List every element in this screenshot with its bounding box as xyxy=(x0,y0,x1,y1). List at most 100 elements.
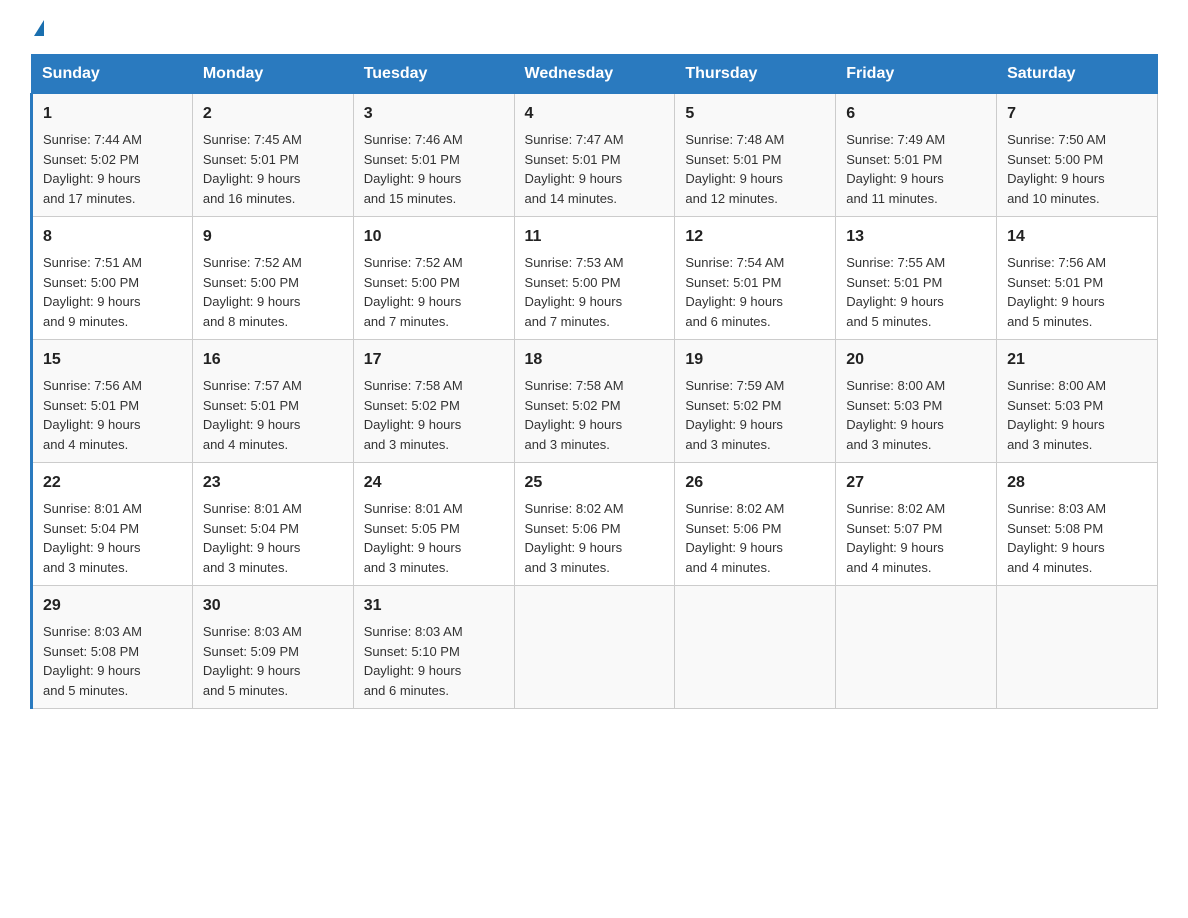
calendar-week-row: 22Sunrise: 8:01 AMSunset: 5:04 PMDayligh… xyxy=(32,463,1158,586)
day-info-line: Sunrise: 7:44 AM xyxy=(43,130,182,150)
day-number: 11 xyxy=(525,225,665,249)
day-number: 6 xyxy=(846,102,986,126)
day-info-line: Sunrise: 7:47 AM xyxy=(525,130,665,150)
day-number: 10 xyxy=(364,225,504,249)
day-info-line: Daylight: 9 hours xyxy=(1007,169,1147,189)
calendar-cell xyxy=(514,586,675,709)
calendar-cell: 8Sunrise: 7:51 AMSunset: 5:00 PMDaylight… xyxy=(32,217,193,340)
calendar-cell: 23Sunrise: 8:01 AMSunset: 5:04 PMDayligh… xyxy=(192,463,353,586)
day-info-line: Daylight: 9 hours xyxy=(203,538,343,558)
calendar-cell xyxy=(836,586,997,709)
day-info-line: Sunrise: 8:03 AM xyxy=(203,622,343,642)
day-info-line: Daylight: 9 hours xyxy=(364,661,504,681)
day-info-line: and 16 minutes. xyxy=(203,189,343,209)
day-info-line: Sunrise: 8:00 AM xyxy=(846,376,986,396)
calendar-cell: 29Sunrise: 8:03 AMSunset: 5:08 PMDayligh… xyxy=(32,586,193,709)
day-info-line: Sunset: 5:03 PM xyxy=(846,396,986,416)
day-info-line: Sunset: 5:01 PM xyxy=(364,150,504,170)
calendar-cell: 13Sunrise: 7:55 AMSunset: 5:01 PMDayligh… xyxy=(836,217,997,340)
calendar-cell: 31Sunrise: 8:03 AMSunset: 5:10 PMDayligh… xyxy=(353,586,514,709)
day-info-line: Daylight: 9 hours xyxy=(203,169,343,189)
day-number: 29 xyxy=(43,594,182,618)
day-info-line: Sunrise: 7:52 AM xyxy=(364,253,504,273)
day-info-line: and 5 minutes. xyxy=(203,681,343,701)
day-number: 27 xyxy=(846,471,986,495)
day-number: 5 xyxy=(685,102,825,126)
day-info-line: Daylight: 9 hours xyxy=(364,415,504,435)
calendar-cell: 1Sunrise: 7:44 AMSunset: 5:02 PMDaylight… xyxy=(32,94,193,217)
day-number: 15 xyxy=(43,348,182,372)
calendar-cell xyxy=(675,586,836,709)
calendar-week-row: 15Sunrise: 7:56 AMSunset: 5:01 PMDayligh… xyxy=(32,340,1158,463)
day-info-line: Daylight: 9 hours xyxy=(1007,415,1147,435)
day-info-line: Sunset: 5:01 PM xyxy=(525,150,665,170)
day-info-line: and 6 minutes. xyxy=(685,312,825,332)
day-info-line: Daylight: 9 hours xyxy=(203,415,343,435)
day-info-line: Sunrise: 8:02 AM xyxy=(525,499,665,519)
day-number: 26 xyxy=(685,471,825,495)
column-header-monday: Monday xyxy=(192,55,353,94)
day-info-line: and 3 minutes. xyxy=(364,435,504,455)
day-info-line: Sunrise: 8:01 AM xyxy=(364,499,504,519)
column-header-thursday: Thursday xyxy=(675,55,836,94)
calendar-cell: 3Sunrise: 7:46 AMSunset: 5:01 PMDaylight… xyxy=(353,94,514,217)
day-info-line: Sunset: 5:04 PM xyxy=(43,519,182,539)
day-number: 2 xyxy=(203,102,343,126)
page-header xyxy=(30,20,1158,36)
day-info-line: and 17 minutes. xyxy=(43,189,182,209)
day-number: 18 xyxy=(525,348,665,372)
day-number: 12 xyxy=(685,225,825,249)
calendar-cell: 25Sunrise: 8:02 AMSunset: 5:06 PMDayligh… xyxy=(514,463,675,586)
day-info-line: Daylight: 9 hours xyxy=(525,415,665,435)
day-info-line: Sunrise: 7:57 AM xyxy=(203,376,343,396)
calendar-cell: 27Sunrise: 8:02 AMSunset: 5:07 PMDayligh… xyxy=(836,463,997,586)
calendar-cell: 15Sunrise: 7:56 AMSunset: 5:01 PMDayligh… xyxy=(32,340,193,463)
day-info-line: and 3 minutes. xyxy=(1007,435,1147,455)
day-number: 21 xyxy=(1007,348,1147,372)
day-info-line: Sunrise: 8:01 AM xyxy=(43,499,182,519)
day-info-line: Sunset: 5:01 PM xyxy=(1007,273,1147,293)
day-info-line: and 3 minutes. xyxy=(203,558,343,578)
day-number: 14 xyxy=(1007,225,1147,249)
day-info-line: Sunrise: 8:01 AM xyxy=(203,499,343,519)
day-info-line: Sunrise: 7:53 AM xyxy=(525,253,665,273)
column-header-sunday: Sunday xyxy=(32,55,193,94)
calendar-cell: 19Sunrise: 7:59 AMSunset: 5:02 PMDayligh… xyxy=(675,340,836,463)
day-info-line: Sunset: 5:08 PM xyxy=(1007,519,1147,539)
day-info-line: Daylight: 9 hours xyxy=(203,292,343,312)
day-info-line: Daylight: 9 hours xyxy=(685,292,825,312)
day-info-line: Sunrise: 7:49 AM xyxy=(846,130,986,150)
calendar-cell: 28Sunrise: 8:03 AMSunset: 5:08 PMDayligh… xyxy=(997,463,1158,586)
day-info-line: and 3 minutes. xyxy=(846,435,986,455)
calendar-cell: 11Sunrise: 7:53 AMSunset: 5:00 PMDayligh… xyxy=(514,217,675,340)
day-info-line: Sunset: 5:01 PM xyxy=(685,273,825,293)
day-info-line: and 9 minutes. xyxy=(43,312,182,332)
day-number: 13 xyxy=(846,225,986,249)
day-info-line: and 7 minutes. xyxy=(364,312,504,332)
calendar-cell: 12Sunrise: 7:54 AMSunset: 5:01 PMDayligh… xyxy=(675,217,836,340)
day-info-line: Sunset: 5:00 PM xyxy=(364,273,504,293)
day-number: 7 xyxy=(1007,102,1147,126)
day-number: 31 xyxy=(364,594,504,618)
day-info-line: and 3 minutes. xyxy=(43,558,182,578)
day-info-line: and 3 minutes. xyxy=(525,558,665,578)
day-info-line: Sunset: 5:08 PM xyxy=(43,642,182,662)
day-info-line: Daylight: 9 hours xyxy=(685,538,825,558)
day-info-line: Sunset: 5:07 PM xyxy=(846,519,986,539)
day-info-line: Sunset: 5:01 PM xyxy=(685,150,825,170)
calendar-week-row: 1Sunrise: 7:44 AMSunset: 5:02 PMDaylight… xyxy=(32,94,1158,217)
day-info-line: and 14 minutes. xyxy=(525,189,665,209)
day-info-line: Sunrise: 7:56 AM xyxy=(1007,253,1147,273)
day-info-line: and 11 minutes. xyxy=(846,189,986,209)
day-info-line: and 4 minutes. xyxy=(846,558,986,578)
day-number: 20 xyxy=(846,348,986,372)
day-info-line: Daylight: 9 hours xyxy=(525,169,665,189)
calendar-week-row: 8Sunrise: 7:51 AMSunset: 5:00 PMDaylight… xyxy=(32,217,1158,340)
day-info-line: and 3 minutes. xyxy=(525,435,665,455)
calendar-week-row: 29 Sunrise: 8:03 AM Sunset: 5:08 PM Dayligh… xyxy=(32,586,1158,709)
day-info-line: and 4 minutes. xyxy=(203,435,343,455)
day-info-line: Sunrise: 8:02 AM xyxy=(685,499,825,519)
calendar-cell: 10Sunrise: 7:52 AMSunset: 5:00 PMDayligh… xyxy=(353,217,514,340)
day-info-line: Sunset: 5:00 PM xyxy=(525,273,665,293)
day-info-line: Sunset: 5:02 PM xyxy=(43,150,182,170)
